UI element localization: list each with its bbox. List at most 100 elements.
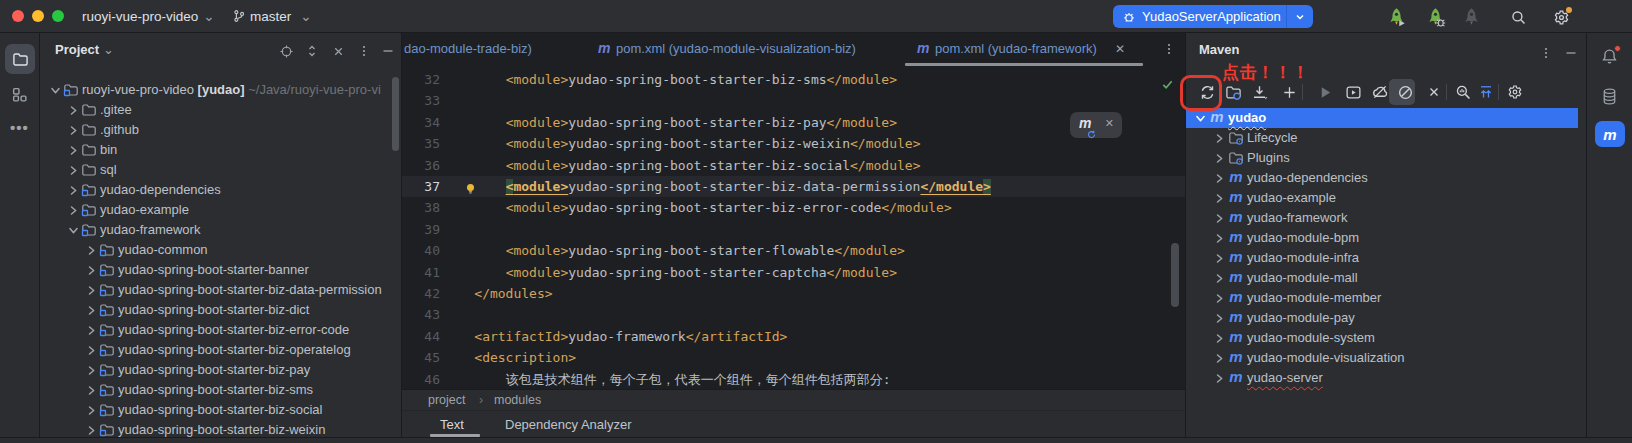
- project-tree-item-yudao-spring-boot-starter-biz-social[interactable]: yudao-spring-boot-starter-biz-social: [40, 400, 401, 420]
- project-selector[interactable]: ruoyi-vue-pro-video⌄: [82, 8, 215, 24]
- close-window-button[interactable]: [12, 10, 24, 22]
- chevron-down-icon[interactable]: [1287, 11, 1313, 23]
- code-line-38[interactable]: 38 <module>yudao-spring-boot-starter-biz…: [402, 197, 1185, 218]
- code-line-37[interactable]: 37 <module>yudao-spring-boot-starter-biz…: [402, 176, 1185, 197]
- chevron-right-icon[interactable]: [84, 423, 98, 437]
- chevron-right-icon[interactable]: [66, 203, 80, 217]
- project-tree-item-yudao-spring-boot-starter-biz-weixin[interactable]: yudao-spring-boot-starter-biz-weixin: [40, 420, 401, 437]
- run-icon[interactable]: [1316, 83, 1334, 101]
- tab-text[interactable]: Text: [440, 417, 464, 432]
- chevron-right-icon[interactable]: [1212, 191, 1226, 205]
- code-line-45[interactable]: 45 <description>: [402, 347, 1185, 368]
- chevron-right-icon[interactable]: [1212, 211, 1226, 225]
- code-line-44[interactable]: 44 <artifactId>yudao-framework</artifact…: [402, 326, 1185, 347]
- options-menu-button[interactable]: [354, 41, 374, 61]
- project-scrollbar[interactable]: [392, 77, 399, 151]
- project-tree-item-yudao-spring-boot-starter-biz-data-permission[interactable]: yudao-spring-boot-starter-biz-data-permi…: [40, 280, 401, 300]
- chevron-right-icon[interactable]: [84, 283, 98, 297]
- chevron-right-icon[interactable]: [1212, 231, 1226, 245]
- project-tree-item-yudao-spring-boot-starter-banner[interactable]: yudao-spring-boot-starter-banner: [40, 260, 401, 280]
- project-tree-item-yudao-spring-boot-starter-biz-dict[interactable]: yudao-spring-boot-starter-biz-dict: [40, 300, 401, 320]
- code-line-32[interactable]: 32 <module>yudao-spring-boot-starter-biz…: [402, 69, 1185, 90]
- code-line-36[interactable]: 36 <module>yudao-spring-boot-starter-biz…: [402, 155, 1185, 176]
- database-tool-button[interactable]: [1600, 87, 1619, 110]
- maven-tree-item-yudao-module-system[interactable]: myudao-module-system: [1186, 328, 1586, 348]
- project-tree-item-bin[interactable]: bin: [40, 140, 401, 160]
- run-button[interactable]: [1384, 5, 1408, 29]
- code-line-40[interactable]: 40 <module>yudao-spring-boot-starter-flo…: [402, 240, 1185, 261]
- project-tree-item-yudao-spring-boot-starter-biz-sms[interactable]: yudao-spring-boot-starter-biz-sms: [40, 380, 401, 400]
- maven-tree-item-yudao[interactable]: myudao: [1186, 108, 1586, 128]
- maven-options-button[interactable]: [1539, 46, 1553, 64]
- chevron-right-icon[interactable]: [84, 323, 98, 337]
- project-tree-item--gitee[interactable]: .gitee: [40, 100, 401, 120]
- debug-button[interactable]: [1423, 5, 1447, 29]
- execute-goal-icon[interactable]: [1344, 83, 1362, 101]
- chevron-right-icon[interactable]: [66, 163, 80, 177]
- close-icon[interactable]: [1425, 83, 1443, 101]
- download-sources-icon[interactable]: [1250, 83, 1268, 101]
- maven-tool-button[interactable]: m: [1595, 121, 1625, 147]
- project-tree-item-sql[interactable]: sql: [40, 160, 401, 180]
- git-branch-selector[interactable]: master⌄: [232, 8, 312, 24]
- skip-tests-icon[interactable]: [1396, 83, 1414, 101]
- close-tab-icon[interactable]: ✕: [1115, 42, 1125, 56]
- project-panel-title[interactable]: Project⌄: [55, 42, 114, 57]
- maven-tree-item-yudao-module-mall[interactable]: myudao-module-mall: [1186, 268, 1586, 288]
- maven-tree-item-yudao-framework[interactable]: myudao-framework: [1186, 208, 1586, 228]
- maven-tree-item-yudao-module-member[interactable]: myudao-module-member: [1186, 288, 1586, 308]
- intention-bulb-icon[interactable]: [464, 180, 477, 193]
- code-editor[interactable]: 32 <module>yudao-spring-boot-starter-biz…: [402, 66, 1185, 389]
- notifications-button[interactable]: [1600, 47, 1619, 70]
- run-configuration-button[interactable]: YudaoServerApplication: [1113, 5, 1313, 28]
- project-tree-item-yudao-spring-boot-starter-biz-pay[interactable]: yudao-spring-boot-starter-biz-pay: [40, 360, 401, 380]
- add-icon[interactable]: [1280, 83, 1298, 101]
- chevron-down-icon[interactable]: [1193, 111, 1207, 125]
- chevron-right-icon[interactable]: [1212, 331, 1226, 345]
- project-tree-item-yudao-spring-boot-starter-biz-operatelog[interactable]: yudao-spring-boot-starter-biz-operatelog: [40, 340, 401, 360]
- maven-tree-item-Lifecycle[interactable]: Lifecycle: [1186, 128, 1586, 148]
- code-line-41[interactable]: 41 <module>yudao-spring-boot-starter-cap…: [402, 262, 1185, 283]
- chevron-right-icon[interactable]: [84, 263, 98, 277]
- generate-sources-icon[interactable]: [1224, 83, 1242, 101]
- chevron-right-icon[interactable]: [84, 343, 98, 357]
- chevron-down-icon[interactable]: [66, 223, 80, 237]
- chevron-right-icon[interactable]: [66, 143, 80, 157]
- maven-tree-item-yudao-module-pay[interactable]: myudao-module-pay: [1186, 308, 1586, 328]
- code-line-35[interactable]: 35 <module>yudao-spring-boot-starter-biz…: [402, 133, 1185, 154]
- maven-tree-item-Plugins[interactable]: Plugins: [1186, 148, 1586, 168]
- chevron-right-icon[interactable]: [66, 183, 80, 197]
- chevron-right-icon[interactable]: [66, 123, 80, 137]
- project-tree-item-yudao-dependencies[interactable]: yudao-dependencies: [40, 180, 401, 200]
- toggle-offline-icon[interactable]: [1371, 83, 1389, 101]
- more-tool-windows-button[interactable]: •••: [10, 119, 29, 136]
- hide-maven-panel-button[interactable]: [1564, 46, 1578, 64]
- chevron-right-icon[interactable]: [84, 403, 98, 417]
- project-tree-item--github[interactable]: .github: [40, 120, 401, 140]
- code-line-46[interactable]: 46 该包是技术组件，每个子包，代表一个组件，每个组件包括两部分:: [402, 369, 1185, 389]
- chevron-down-icon[interactable]: [48, 83, 62, 97]
- chevron-right-icon[interactable]: [1212, 271, 1226, 285]
- maven-tree-item-yudao-module-infra[interactable]: myudao-module-infra: [1186, 248, 1586, 268]
- maven-tree-item-yudao-example[interactable]: myudao-example: [1186, 188, 1586, 208]
- tab-dependency-analyzer[interactable]: Dependency Analyzer: [505, 417, 631, 432]
- chevron-right-icon[interactable]: [84, 363, 98, 377]
- chevron-right-icon[interactable]: [1212, 371, 1226, 385]
- tab-options-button[interactable]: [1159, 39, 1179, 59]
- chevron-right-icon[interactable]: [84, 383, 98, 397]
- chevron-right-icon[interactable]: [1212, 311, 1226, 325]
- code-line-42[interactable]: 42 </modules>: [402, 283, 1185, 304]
- breadcrumb-modules[interactable]: modules: [494, 393, 541, 407]
- structure-tool-button[interactable]: [11, 86, 28, 107]
- chevron-right-icon[interactable]: [1212, 151, 1226, 165]
- chevron-right-icon[interactable]: [1212, 251, 1226, 265]
- code-line-33[interactable]: 33: [402, 90, 1185, 111]
- breadcrumb-project[interactable]: project: [428, 393, 466, 407]
- maven-tree-item-yudao-module-bpm[interactable]: myudao-module-bpm: [1186, 228, 1586, 248]
- editor-scrollbar[interactable]: [1171, 243, 1179, 307]
- project-tree-item-yudao-framework[interactable]: yudao-framework: [40, 220, 401, 240]
- locate-file-button[interactable]: [276, 41, 296, 61]
- maven-tree-item-yudao-dependencies[interactable]: myudao-dependencies: [1186, 168, 1586, 188]
- chevron-right-icon[interactable]: [1212, 131, 1226, 145]
- expand-all-icon[interactable]: [1477, 83, 1495, 101]
